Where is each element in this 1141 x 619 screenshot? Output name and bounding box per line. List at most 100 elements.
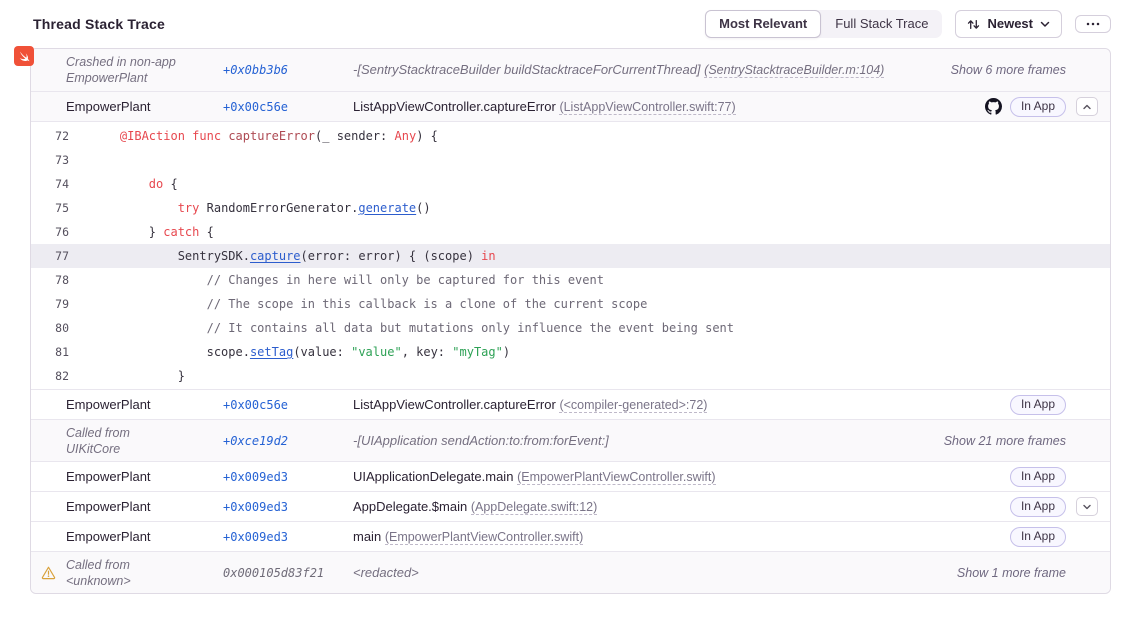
module-name: UIKitCore: [66, 441, 223, 457]
line-number: 74: [31, 172, 69, 196]
frame-filename[interactable]: (ListAppViewController.swift:77): [559, 100, 735, 115]
code-line: 72 @IBAction func captureError(_ sender:…: [31, 124, 1110, 148]
frame-right-zone: In App: [1010, 527, 1098, 547]
line-number: 82: [31, 364, 69, 388]
show-more-frames-link[interactable]: Show 1 more frame: [957, 566, 1066, 580]
github-icon[interactable]: [985, 98, 1002, 115]
frame-function-name: -[SentryStacktraceBuilder buildStacktrac…: [353, 62, 701, 77]
code-text: // Changes in here will only be captured…: [69, 268, 604, 292]
frame-module: Called fromUIKitCore: [66, 425, 223, 457]
frame-address[interactable]: 0x000105d83f21: [223, 566, 353, 580]
chevron-slot: [1074, 97, 1098, 116]
frame-filename[interactable]: (AppDelegate.swift:12): [471, 500, 597, 515]
line-number: 79: [31, 292, 69, 316]
frame-filename[interactable]: (EmpowerPlantViewController.swift): [385, 530, 583, 545]
frame-function-name: -[UIApplication sendAction:to:from:forEv…: [353, 433, 609, 448]
frame-address[interactable]: +0x009ed3: [223, 530, 353, 544]
chevron-down-icon: [1040, 20, 1050, 28]
frame-address[interactable]: +0xce19d2: [223, 434, 353, 448]
frame-address[interactable]: +0x009ed3: [223, 500, 353, 514]
stack-frame-row[interactable]: Crashed in non-appEmpowerPlant +0x0bb3b6…: [31, 49, 1110, 91]
sort-icon: [967, 18, 980, 31]
overflow-icon: [1085, 21, 1101, 27]
code-text: // The scope in this callback is a clone…: [69, 292, 647, 316]
frame-filename[interactable]: (EmpowerPlantViewController.swift): [517, 470, 715, 485]
stack-frame-row[interactable]: EmpowerPlant +0x009ed3 main (EmpowerPlan…: [31, 521, 1110, 551]
frame-function-name: main: [353, 529, 381, 544]
sort-newest-button[interactable]: Newest: [955, 10, 1062, 38]
thread-stack-trace-header: Thread Stack Trace Most Relevant Full St…: [0, 0, 1141, 48]
frame-module: EmpowerPlant: [66, 469, 223, 485]
frame-right-zone: In App: [1010, 497, 1098, 517]
frame-function-name: AppDelegate.$main: [353, 499, 467, 514]
frame-function: ListAppViewController.captureError (<com…: [353, 396, 1010, 414]
code-text: [69, 148, 91, 172]
line-number: 75: [31, 196, 69, 220]
frame-right-zone: Show 21 more frames: [944, 434, 1098, 448]
frame-filename[interactable]: (SentryStacktraceBuilder.m:104): [704, 63, 884, 78]
module-name: EmpowerPlant: [66, 499, 223, 515]
frame-module: Called from<unknown>: [66, 557, 223, 589]
code-line: 77 SentrySDK.capture(error: error) { (sc…: [31, 244, 1110, 268]
frame-function: -[SentryStacktraceBuilder buildStacktrac…: [353, 61, 951, 79]
show-more-frames-link[interactable]: Show 21 more frames: [944, 434, 1066, 448]
frame-address[interactable]: +0x009ed3: [223, 470, 353, 484]
frame-module: EmpowerPlant: [66, 99, 223, 115]
frame-address[interactable]: +0x00c56e: [223, 100, 353, 114]
code-line: 76 } catch {: [31, 220, 1110, 244]
frame-right-zone: Show 1 more frame: [957, 566, 1098, 580]
tab-most-relevant[interactable]: Most Relevant: [705, 10, 821, 38]
code-text: SentrySDK.capture(error: error) { (scope…: [69, 244, 496, 268]
frame-module: EmpowerPlant: [66, 499, 223, 515]
line-number: 72: [31, 124, 69, 148]
stack-frame-row[interactable]: EmpowerPlant +0x00c56e ListAppViewContro…: [31, 91, 1110, 121]
expand-collapse-button[interactable]: [1076, 497, 1098, 516]
frame-function: AppDelegate.$main (AppDelegate.swift:12): [353, 498, 1010, 516]
frame-function: UIApplicationDelegate.main (EmpowerPlant…: [353, 468, 1010, 486]
line-number: 77: [31, 244, 69, 268]
code-text: do {: [69, 172, 178, 196]
in-app-badge: In App: [1010, 97, 1066, 117]
code-text: }: [69, 364, 185, 388]
frame-address[interactable]: +0x0bb3b6: [223, 63, 353, 77]
line-number: 78: [31, 268, 69, 292]
frame-filename[interactable]: (<compiler-generated>:72): [559, 398, 707, 413]
overflow-menu-button[interactable]: [1075, 15, 1111, 33]
line-number: 76: [31, 220, 69, 244]
in-app-badge: In App: [1010, 467, 1066, 487]
module-name: <unknown>: [66, 573, 223, 589]
module-name: EmpowerPlant: [66, 469, 223, 485]
frames-list: Crashed in non-appEmpowerPlant +0x0bb3b6…: [31, 49, 1110, 593]
in-app-badge: In App: [1010, 497, 1066, 517]
tab-full-stack-trace[interactable]: Full Stack Trace: [821, 10, 942, 38]
stack-frame-row[interactable]: EmpowerPlant +0x00c56e ListAppViewContro…: [31, 389, 1110, 419]
chevron-down-icon: [1082, 503, 1092, 511]
stack-frame-row[interactable]: Called fromUIKitCore +0xce19d2 -[UIAppli…: [31, 419, 1110, 461]
stack-frame-row[interactable]: EmpowerPlant +0x009ed3 AppDelegate.$main…: [31, 491, 1110, 521]
frame-module: EmpowerPlant: [66, 397, 223, 413]
module-name: EmpowerPlant: [66, 99, 223, 115]
in-app-badge: In App: [1010, 395, 1066, 415]
code-line: 81 scope.setTag(value: "value", key: "my…: [31, 340, 1110, 364]
code-line: 82 }: [31, 364, 1110, 388]
code-line: 74 do {: [31, 172, 1110, 196]
module-name: Called from: [66, 425, 223, 441]
swift-icon: [14, 46, 34, 66]
frame-function: <redacted>: [353, 564, 957, 581]
code-text: scope.setTag(value: "value", key: "myTag…: [69, 340, 510, 364]
expand-collapse-button[interactable]: [1076, 97, 1098, 116]
stack-frame-row[interactable]: Called from<unknown> 0x000105d83f21 <red…: [31, 551, 1110, 593]
stack-frame-row[interactable]: EmpowerPlant +0x009ed3 UIApplicationDele…: [31, 461, 1110, 491]
frame-module: Crashed in non-appEmpowerPlant: [66, 54, 223, 86]
show-more-frames-link[interactable]: Show 6 more frames: [951, 63, 1066, 77]
source-code-block: 72 @IBAction func captureError(_ sender:…: [31, 121, 1110, 389]
frame-function-name: <redacted>: [353, 565, 419, 580]
chevron-slot: [1074, 497, 1098, 516]
frame-address[interactable]: +0x00c56e: [223, 398, 353, 412]
code-line: 78 // Changes in here will only be captu…: [31, 268, 1110, 292]
code-text: try RandomErrorGenerator.generate(): [69, 196, 431, 220]
page-title: Thread Stack Trace: [33, 16, 165, 32]
code-text: @IBAction func captureError(_ sender: An…: [69, 124, 438, 148]
frame-right-zone: In App: [1010, 467, 1098, 487]
line-number: 80: [31, 316, 69, 340]
